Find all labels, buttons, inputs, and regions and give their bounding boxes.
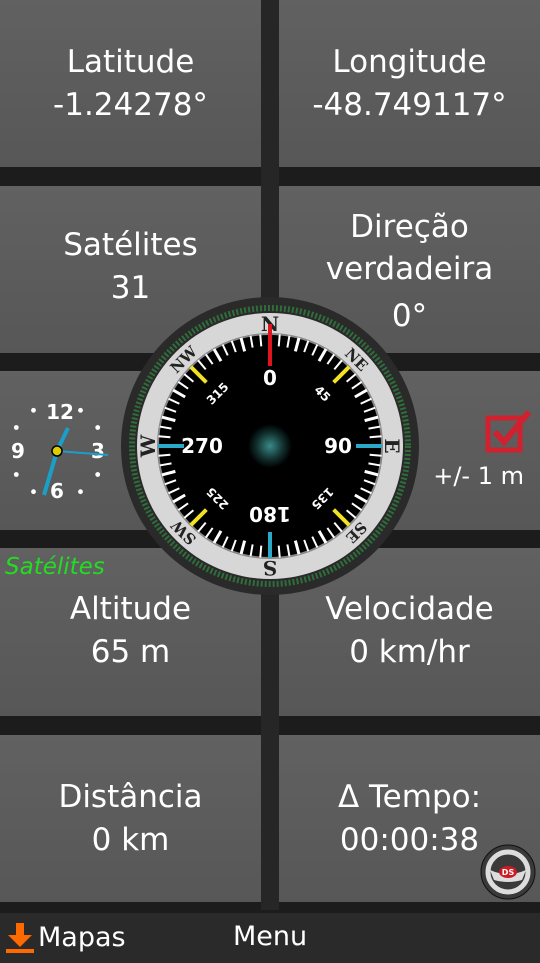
time-label: Δ Tempo: (337, 778, 482, 815)
compass-tick (259, 545, 263, 558)
compass-tick (277, 545, 281, 558)
compass-degree-270: 270 (181, 434, 223, 458)
steering-wheel-ds-icon[interactable]: DS (480, 844, 536, 900)
direction-label-line1: Direção (350, 209, 469, 245)
compass-center-glow (248, 424, 292, 468)
clock-dot (78, 407, 83, 413)
satellites-label: Satélites (63, 227, 198, 263)
latitude-value: -1.24278° (53, 86, 208, 123)
clock-dot (13, 472, 19, 477)
direction-label-line2: verdadeira (325, 251, 494, 287)
compass-degree-0: 0 (263, 366, 277, 390)
clock-center (51, 445, 63, 457)
compass-cardinal-S: S (263, 556, 277, 580)
clock-3: 3 (91, 439, 105, 463)
compass-cardinal-W: W (136, 434, 160, 458)
longitude-value: -48.749117° (312, 86, 507, 123)
compass-tick (158, 435, 171, 439)
compass-tick (369, 453, 382, 457)
maps-label: Mapas (38, 921, 126, 953)
longitude-label: Longitude (332, 43, 487, 80)
compass-cardinal-E: E (380, 438, 404, 453)
latitude-label: Latitude (66, 43, 195, 80)
compass[interactable]: NESWNESESWNW 04590135180225270315 (120, 296, 420, 596)
clock-dot (31, 489, 36, 495)
menu-button[interactable]: Menu (233, 921, 307, 952)
analog-clock: 12 3 6 9 (11, 400, 109, 503)
accuracy-text: +/- 1 m (433, 462, 524, 490)
clock-12: 12 (46, 400, 74, 424)
compass-degree-180: 180 (249, 502, 291, 526)
maps-button[interactable]: Mapas (4, 921, 126, 953)
clock-dot (78, 489, 83, 495)
compass-degree-90: 90 (324, 434, 352, 458)
checkbox-checked-icon[interactable] (485, 408, 533, 456)
clock-9: 9 (11, 439, 25, 463)
clock-6: 6 (50, 479, 64, 503)
menu-label: Menu (233, 921, 308, 952)
longitude-tile[interactable]: Longitude -48.749117° (279, 0, 540, 167)
compass-tick (277, 334, 281, 347)
svg-text:DS: DS (502, 868, 515, 877)
compass-tick (369, 435, 382, 439)
distance-tile[interactable]: Distância 0 km (0, 735, 261, 902)
compass-tick (158, 453, 171, 457)
download-icon (6, 923, 34, 953)
clock-dot (95, 472, 101, 477)
bottom-bar: Mapas Menu (0, 910, 540, 963)
latitude-tile[interactable]: Latitude -1.24278° (0, 0, 261, 167)
clock-dot (13, 425, 19, 430)
time-value: 00:00:38 (339, 821, 480, 858)
satellites-link[interactable]: Satélites (5, 554, 105, 580)
clock-dot (31, 407, 36, 413)
compass-tick (259, 334, 263, 347)
altitude-value: 65 m (90, 634, 171, 670)
speed-value: 0 km/hr (349, 634, 470, 670)
distance-label: Distância (58, 778, 203, 815)
clock-dot (95, 425, 101, 430)
distance-value: 0 km (91, 821, 170, 858)
